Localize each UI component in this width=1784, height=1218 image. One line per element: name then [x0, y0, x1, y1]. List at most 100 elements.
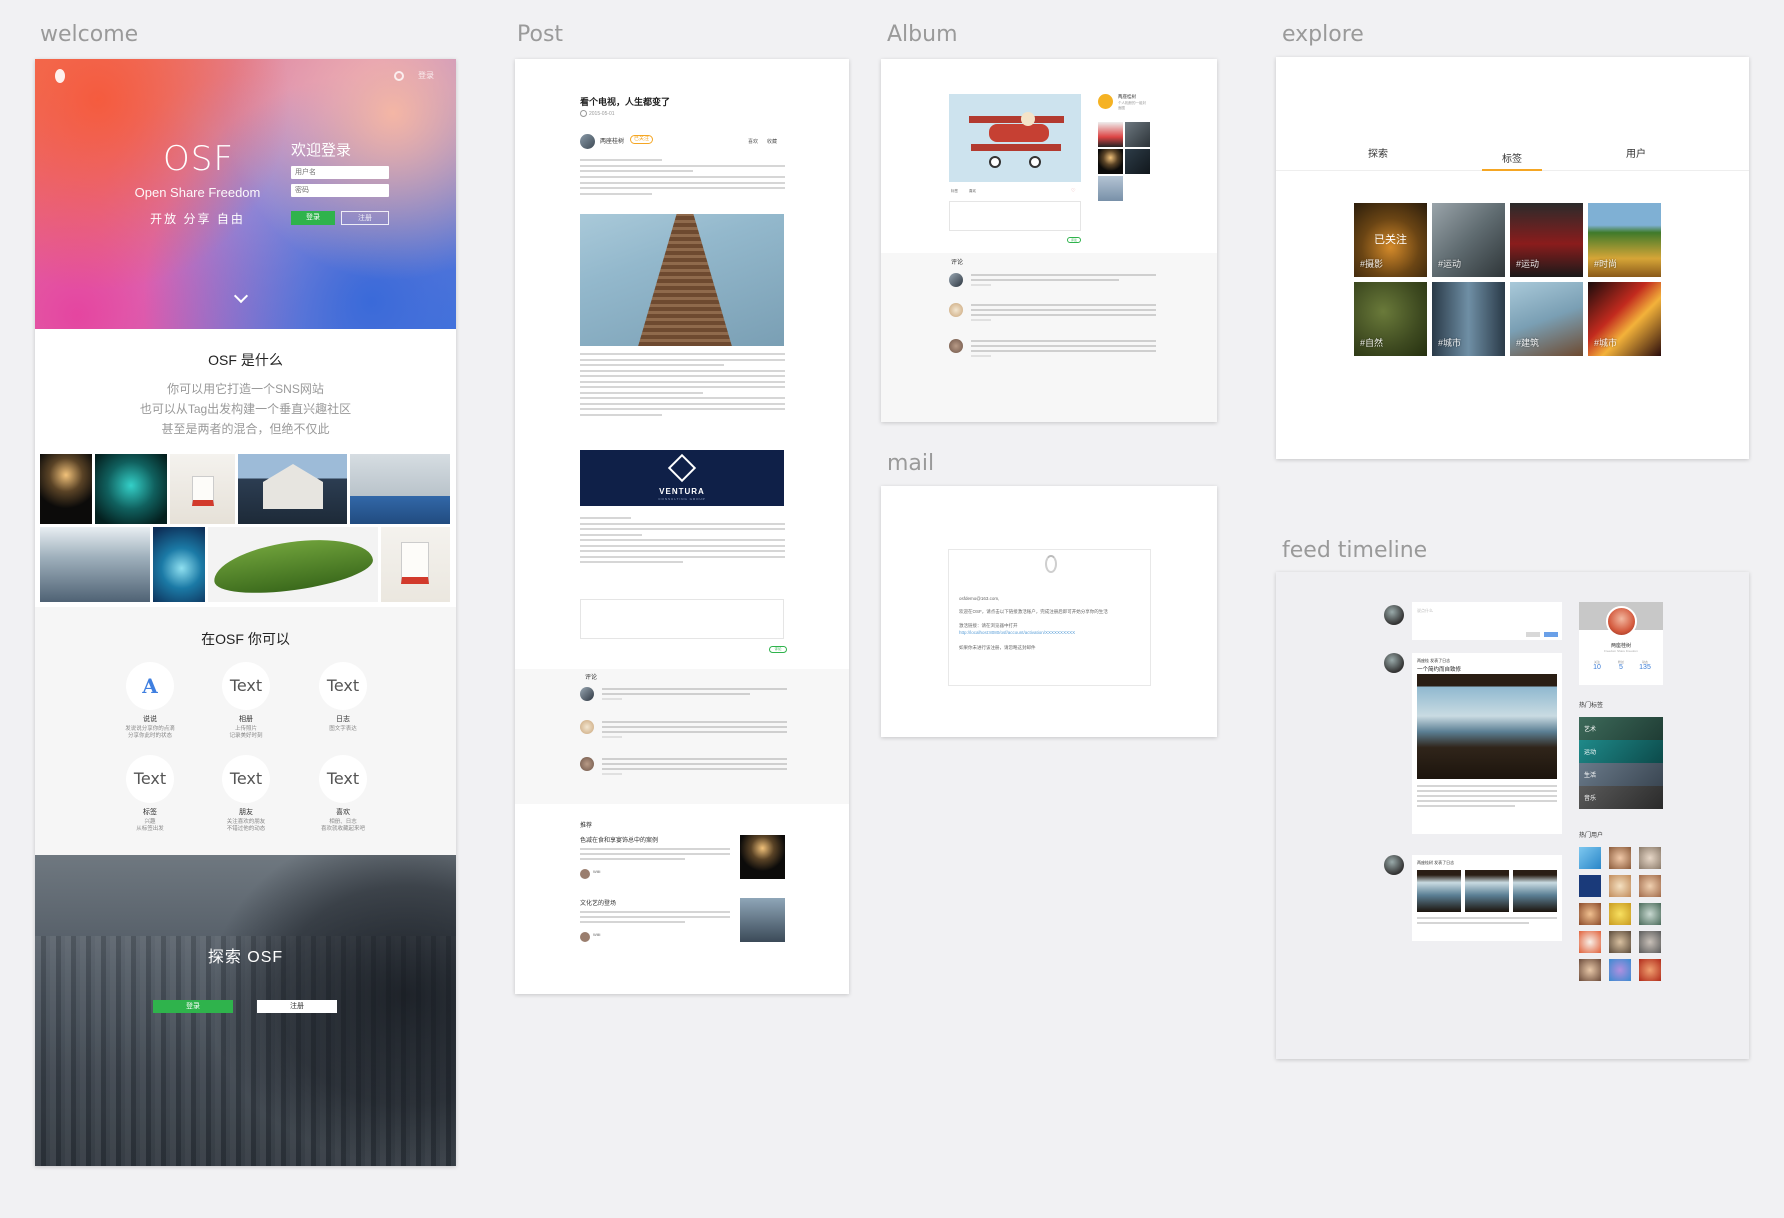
feature-tag[interactable]: Text 标签 兴趣 从标签出发: [105, 755, 195, 833]
commenter-avatar[interactable]: [949, 273, 963, 287]
hot-user-avatar[interactable]: [1639, 959, 1661, 981]
activation-link[interactable]: http://localhost:8080/osf/account/activa…: [959, 630, 1075, 635]
album-owner-name[interactable]: 两座桂树: [1118, 94, 1136, 100]
feature-status[interactable]: A 说说 发说说分享你的点滴 分享你此时的状态: [105, 662, 195, 740]
recommend-author-name[interactable]: Willi: [593, 869, 600, 874]
commenter-avatar[interactable]: [949, 339, 963, 353]
author-avatar[interactable]: [580, 134, 595, 149]
chevron-down-icon[interactable]: [233, 288, 249, 304]
tab-users[interactable]: 用户: [1606, 145, 1666, 160]
post-compose-box[interactable]: 说点什么: [1412, 602, 1562, 640]
feed-card-author[interactable]: 两座桂 发表了日志: [1417, 658, 1450, 664]
tab-explore[interactable]: 探索: [1348, 145, 1408, 160]
photo-like-label[interactable]: 喜欢: [969, 189, 976, 194]
stat-following[interactable]: 关注 10: [1586, 660, 1608, 671]
stat-followers[interactable]: 粉丝 5: [1610, 660, 1632, 671]
album-main-photo[interactable]: [949, 94, 1081, 182]
hot-user-avatar[interactable]: [1579, 931, 1601, 953]
hot-user-avatar[interactable]: [1639, 931, 1661, 953]
recommend-item[interactable]: 文化艺的登场 Willi: [580, 898, 785, 944]
recommend-item[interactable]: 色减在食和享宴饰总中的案例 Willi: [580, 835, 785, 881]
author-name[interactable]: 两座桂树: [600, 136, 624, 145]
commenter-avatar[interactable]: [949, 303, 963, 317]
compose-submit-button[interactable]: [1544, 632, 1558, 637]
commenter-avatar[interactable]: [580, 757, 594, 771]
comment-submit-button[interactable]: 评论: [769, 646, 787, 653]
user-avatar[interactable]: [1384, 605, 1404, 625]
feed-card-author[interactable]: 两座桂树 发表了日志: [1417, 860, 1454, 866]
feed-author-avatar[interactable]: [1384, 653, 1404, 673]
recommend-author-name[interactable]: Willi: [593, 932, 600, 937]
feature-blog[interactable]: Text 日志 图文字表达: [298, 662, 388, 733]
recommend-thumbnail[interactable]: [740, 898, 785, 942]
album-comment-submit-button[interactable]: 评论: [1067, 237, 1081, 243]
hot-user-avatar[interactable]: [1639, 903, 1661, 925]
hot-user-avatar[interactable]: [1609, 875, 1631, 897]
stat-posts[interactable]: 动态 135: [1634, 660, 1656, 671]
hot-tag-item[interactable]: 生活: [1579, 763, 1663, 786]
hot-user-avatar[interactable]: [1639, 847, 1661, 869]
tag-tile[interactable]: #建筑: [1510, 282, 1583, 356]
album-thumbnail[interactable]: [1125, 122, 1150, 147]
tag-tile[interactable]: #时尚: [1588, 203, 1661, 277]
footer-login-button[interactable]: 登录: [153, 1000, 233, 1013]
feed-card-image[interactable]: [1417, 870, 1461, 912]
feed-card-image[interactable]: [1465, 870, 1509, 912]
feed-card-image[interactable]: [1417, 674, 1557, 779]
album-thumbnail[interactable]: [1098, 122, 1123, 147]
album-owner-avatar[interactable]: [1098, 94, 1113, 109]
recommend-author-avatar[interactable]: [580, 931, 590, 942]
hot-tag-item[interactable]: 音乐: [1579, 786, 1663, 809]
osf-logo-icon[interactable]: [55, 69, 65, 83]
commenter-avatar[interactable]: [580, 720, 594, 734]
like-button[interactable]: 喜欢: [748, 138, 758, 145]
feed-author-avatar[interactable]: [1384, 855, 1404, 875]
recommend-thumbnail[interactable]: [740, 835, 785, 879]
hot-user-avatar[interactable]: [1609, 903, 1631, 925]
profile-name[interactable]: 两座桂树: [1579, 642, 1663, 649]
tag-tile[interactable]: #运动: [1432, 203, 1505, 277]
photo-tag-label[interactable]: 标签: [951, 189, 958, 194]
tab-tags[interactable]: 标签: [1482, 145, 1542, 171]
feature-like[interactable]: Text 喜欢 相册、日志 喜欢就收藏起来吧: [298, 755, 388, 833]
hot-tag-item[interactable]: 运动: [1579, 740, 1663, 763]
hot-user-avatar[interactable]: [1609, 959, 1631, 981]
tag-tile[interactable]: #自然: [1354, 282, 1427, 356]
album-thumbnail[interactable]: [1125, 149, 1150, 174]
comment-input[interactable]: [580, 599, 784, 639]
hot-tag-item[interactable]: 艺术: [1579, 717, 1663, 740]
feature-friends[interactable]: Text 朋友 关注喜欢的朋友 不错过他的动态: [201, 755, 291, 833]
register-button[interactable]: 注册: [341, 211, 389, 225]
username-input[interactable]: [291, 166, 389, 179]
tag-tile[interactable]: 已关注 #摄影: [1354, 203, 1427, 277]
compose-attach-button[interactable]: [1526, 632, 1540, 637]
hot-user-avatar[interactable]: [1579, 847, 1601, 869]
login-button[interactable]: 登录: [291, 211, 335, 225]
feed-card-title[interactable]: 一个简约而自致修: [1417, 665, 1461, 673]
feed-card[interactable]: 两座桂树 发表了日志: [1412, 855, 1562, 941]
hot-user-avatar[interactable]: [1579, 959, 1601, 981]
hot-user-avatar[interactable]: [1579, 875, 1601, 897]
hot-user-avatar[interactable]: [1639, 875, 1661, 897]
album-thumbnail[interactable]: [1098, 149, 1123, 174]
recommend-author-avatar[interactable]: [580, 868, 590, 879]
tag-tile[interactable]: #运动: [1510, 203, 1583, 277]
commenter-avatar[interactable]: [580, 687, 594, 701]
profile-avatar[interactable]: [1606, 606, 1637, 637]
password-input[interactable]: [291, 184, 389, 197]
hot-user-avatar[interactable]: [1609, 847, 1631, 869]
feature-album[interactable]: Text 相册 上传照片 记录美好时刻: [201, 662, 291, 740]
heart-icon[interactable]: ♡: [1071, 188, 1075, 194]
footer-register-button[interactable]: 注册: [257, 1000, 337, 1013]
tag-tile[interactable]: #城市: [1588, 282, 1661, 356]
github-icon[interactable]: [394, 71, 404, 81]
album-comment-input[interactable]: [949, 201, 1081, 231]
hot-user-avatar[interactable]: [1609, 931, 1631, 953]
feed-card[interactable]: 两座桂 发表了日志 一个简约而自致修: [1412, 653, 1562, 834]
top-login-link[interactable]: 登录: [418, 70, 434, 81]
follow-badge[interactable]: 已关注: [630, 135, 654, 144]
hot-user-avatar[interactable]: [1579, 903, 1601, 925]
album-thumbnail[interactable]: [1098, 176, 1123, 201]
feed-card-image[interactable]: [1513, 870, 1557, 912]
collect-button[interactable]: 收藏: [767, 138, 777, 145]
